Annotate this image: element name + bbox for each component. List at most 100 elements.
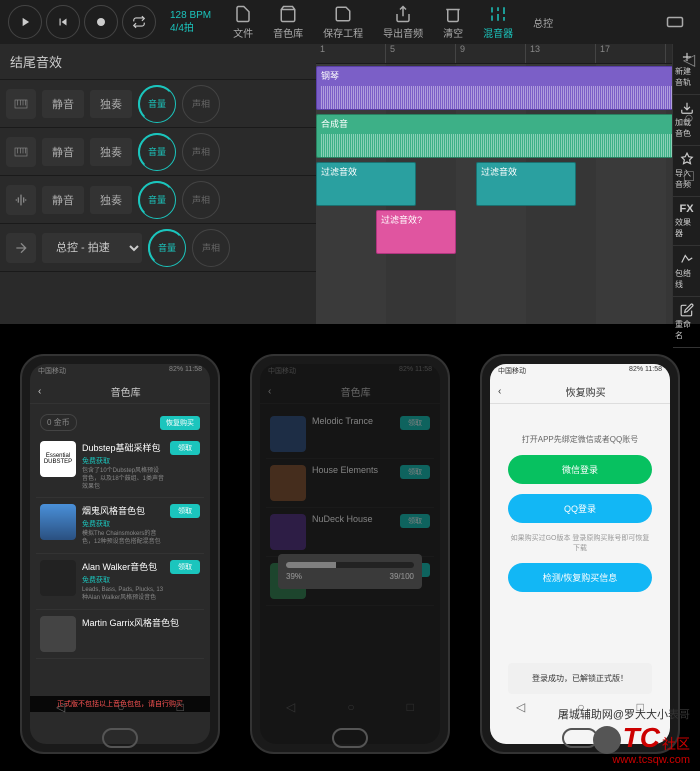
keyboard-button[interactable] — [658, 13, 692, 31]
save-menu[interactable]: 保存工程 — [315, 5, 371, 40]
list-item[interactable]: NuDeck House领取 — [266, 508, 434, 557]
screen-header: ‹ 音色库 — [30, 380, 210, 404]
solo-button[interactable]: 独奏 — [90, 90, 132, 118]
pan-knob[interactable]: 声相 — [182, 85, 220, 123]
mixer-menu[interactable]: 混音器 — [475, 5, 521, 40]
wechat-login-button[interactable]: 微信登录 — [508, 455, 652, 484]
download-button[interactable]: 领取 — [170, 504, 200, 518]
piano-icon — [6, 137, 36, 167]
record-button[interactable] — [84, 5, 118, 39]
bpm-value: 128 BPM — [170, 9, 211, 22]
status-bar: 中国移动82% 11:58 — [490, 364, 670, 380]
clear-menu[interactable]: 清空 — [435, 5, 471, 40]
file-menu[interactable]: 文件 — [225, 5, 261, 40]
back-icon[interactable]: ‹ — [268, 386, 271, 397]
mute-button[interactable]: 静音 — [42, 90, 84, 118]
clip-synth[interactable]: 合成音 — [316, 114, 700, 158]
timeline[interactable]: 1 5 9 13 17 钢琴 合成音 过滤音效 过滤音效 过滤音效? — [316, 44, 700, 324]
back-icon[interactable]: ‹ — [498, 386, 501, 397]
nav-recent-icon[interactable]: □ — [177, 700, 184, 714]
nav-back-icon[interactable]: ◁ — [683, 50, 695, 70]
pan-knob[interactable]: 声相 — [182, 133, 220, 171]
list-item[interactable]: Martin Garrix风格音色包 — [36, 610, 204, 659]
pan-knob[interactable]: 声相 — [192, 229, 230, 267]
ruler-mark: 1 — [316, 44, 386, 63]
watermark-credit: 屠城辅助网@罗大大小表哥 — [558, 706, 690, 722]
envelope-button[interactable]: 包络线 — [673, 246, 700, 297]
play-button[interactable] — [8, 5, 42, 39]
loop-button[interactable] — [122, 5, 156, 39]
tempo-display[interactable]: 128 BPM 4/4拍 — [160, 9, 221, 35]
fx-button[interactable]: FX效果器 — [673, 197, 700, 246]
list-item[interactable]: Essential DUBSTEP Dubstep基础采样包 免费获取 包含了1… — [36, 435, 204, 498]
master-row[interactable]: 总控 - 拍速 音量 声相 — [0, 224, 316, 272]
clip-area[interactable]: 钢琴 合成音 过滤音效 过滤音效 过滤音效? — [316, 64, 700, 324]
volume-knob[interactable]: 音量 — [138, 181, 176, 219]
pack-description: Leads, Bass, Pads, Plucks, 13种Alan Walke… — [82, 587, 164, 603]
pack-subtitle: 免费获取 — [82, 456, 164, 466]
android-nav: ◁○□ — [260, 700, 440, 714]
rewind-button[interactable] — [46, 5, 80, 39]
pack-thumbnail: Essential DUBSTEP — [40, 441, 76, 477]
track-row[interactable]: 静音 独奏 音量 声相 — [0, 128, 316, 176]
track-row[interactable]: 静音 独奏 音量 声相 — [0, 176, 316, 224]
mute-button[interactable]: 静音 — [42, 138, 84, 166]
progress-fill — [286, 562, 336, 568]
nav-back-icon[interactable]: ◁ — [56, 700, 65, 714]
phone-mockup: 中国移动82% 11:58 ‹ 音色库 Melodic Trance领取 Hou… — [250, 354, 450, 754]
download-button[interactable]: 领取 — [170, 560, 200, 574]
phone-screen: 中国移动82% 11:58 ‹ 恢复购买 打开APP先绑定微信或者QQ账号 微信… — [490, 364, 670, 744]
list-item[interactable]: Melodic Trance领取 — [266, 410, 434, 459]
list-item[interactable]: House Elements领取 — [266, 459, 434, 508]
pack-thumbnail — [40, 616, 76, 652]
sound-library-menu[interactable]: 音色库 — [265, 5, 311, 40]
pack-name: Martin Garrix风格音色包 — [82, 616, 200, 629]
pan-knob[interactable]: 声相 — [182, 181, 220, 219]
clip-piano[interactable]: 钢琴 — [316, 66, 700, 110]
clip-filter[interactable]: 过滤音效? — [376, 210, 456, 254]
daw-app: 128 BPM 4/4拍 文件 音色库 保存工程 导出音频 清空 混音器 总控 … — [0, 0, 700, 324]
export-menu[interactable]: 导出音频 — [375, 5, 431, 40]
solo-button[interactable]: 独奏 — [90, 138, 132, 166]
nav-home-icon[interactable]: ○ — [117, 700, 124, 714]
volume-knob[interactable]: 音量 — [138, 85, 176, 123]
download-button[interactable]: 领取 — [170, 441, 200, 455]
volume-knob[interactable]: 音量 — [148, 229, 186, 267]
status-bar: 中国移动82% 11:58 — [30, 364, 210, 380]
list-item[interactable]: Alan Walker音色包 免费获取 Leads, Bass, Pads, P… — [36, 554, 204, 610]
clip-filter[interactable]: 过滤音效 — [316, 162, 416, 206]
restore-button[interactable]: 恢复购买 — [160, 416, 200, 430]
phone-mockup: 中国移动82% 11:58 ‹ 恢复购买 打开APP先绑定微信或者QQ账号 微信… — [480, 354, 680, 754]
progress-value: 39/100 — [390, 572, 414, 581]
list-item[interactable]: 烟鬼风格音色包 免费获取 模拟The Chainsmokers的音色，12种预设… — [36, 498, 204, 554]
pack-subtitle: 免费获取 — [82, 575, 164, 585]
ruler-mark: 5 — [386, 44, 456, 63]
nav-recent-icon[interactable]: □ — [684, 168, 694, 186]
back-icon[interactable]: ‹ — [38, 386, 41, 397]
login-hint: 打开APP先绑定微信或者QQ账号 — [522, 434, 638, 445]
daw-body: 结尾音效 静音 独奏 音量 声相 静音 独奏 音量 声相 静音 独奏 音量 声相 — [0, 44, 700, 324]
nav-home-icon[interactable]: ○ — [684, 110, 694, 128]
volume-knob[interactable]: 音量 — [138, 133, 176, 171]
master-select[interactable]: 总控 - 拍速 — [42, 233, 142, 263]
watermark-url: www.tcsqw.com — [612, 754, 690, 766]
coin-balance[interactable]: 0 金币 — [40, 414, 77, 431]
pack-description: 模拟The Chainsmokers的音色，12种预设音色搭配混音包 — [82, 531, 164, 547]
track-panel: 结尾音效 静音 独奏 音量 声相 静音 独奏 音量 声相 静音 独奏 音量 声相 — [0, 44, 316, 324]
restore-purchase-button[interactable]: 检测/恢复购买信息 — [508, 563, 652, 592]
coin-bar: 0 金币 恢复购买 — [36, 410, 204, 435]
fx-title: 结尾音效 — [0, 44, 316, 80]
track-row[interactable]: 静音 独奏 音量 声相 — [0, 80, 316, 128]
clip-filter[interactable]: 过滤音效 — [476, 162, 576, 206]
solo-button[interactable]: 独奏 — [90, 186, 132, 214]
rename-button[interactable]: 重命名 — [673, 297, 700, 348]
master-menu[interactable]: 总控 — [525, 15, 561, 30]
screen-header: ‹ 恢复购买 — [490, 380, 670, 404]
qq-login-button[interactable]: QQ登录 — [508, 494, 652, 523]
ruler[interactable]: 1 5 9 13 17 — [316, 44, 700, 64]
mute-button[interactable]: 静音 — [42, 186, 84, 214]
android-nav: ◁ ○ □ — [30, 700, 210, 714]
pack-thumbnail — [40, 504, 76, 540]
status-bar: 中国移动82% 11:58 — [260, 364, 440, 380]
ruler-mark: 9 — [456, 44, 526, 63]
